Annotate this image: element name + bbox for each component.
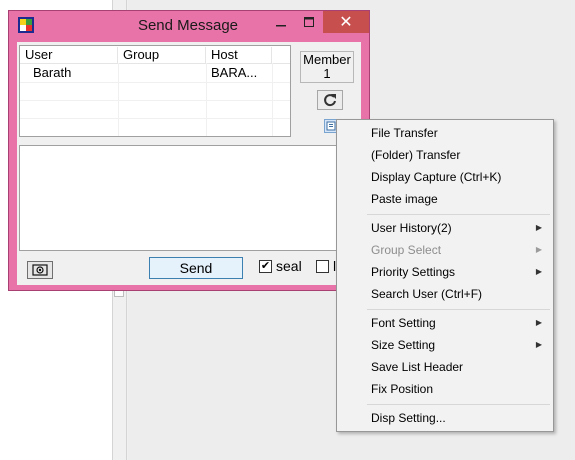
menu-separator: [367, 309, 550, 310]
empty-row: [20, 82, 290, 101]
empty-row: [20, 118, 290, 136]
menu-item-label: Group Select: [371, 243, 442, 257]
member-count-panel: Member 1: [300, 51, 354, 83]
menu-item-label: Priority Settings: [371, 265, 456, 279]
menu-item-user-history[interactable]: User History(2) ▶: [339, 217, 551, 239]
seal-label[interactable]: seal: [276, 258, 302, 274]
menu-item-paste-image[interactable]: Paste image: [339, 188, 551, 210]
menu-item-label: Paste image: [371, 192, 438, 206]
menu-item-search-user[interactable]: Search User (Ctrl+F): [339, 283, 551, 305]
user-list[interactable]: User Group Host Barath BARA...: [19, 45, 291, 137]
menu-item-label: File Transfer: [371, 126, 438, 140]
title-bar[interactable]: Send Message ✕: [9, 11, 369, 41]
menu-icon: [326, 121, 336, 131]
close-icon: ✕: [339, 14, 353, 31]
submenu-arrow-icon: ▶: [535, 267, 542, 276]
menu-separator: [367, 214, 550, 215]
row-host: BARA...: [211, 65, 258, 80]
maximize-icon: [304, 17, 314, 27]
submenu-arrow-icon: ▶: [535, 245, 542, 254]
lock-checkbox[interactable]: [316, 260, 329, 273]
send-button[interactable]: Send: [149, 257, 243, 279]
submenu-arrow-icon: ▶: [535, 340, 542, 349]
minimize-button[interactable]: [267, 11, 295, 33]
menu-item-label: Size Setting: [371, 338, 436, 352]
menu-item-label: Font Setting: [371, 316, 436, 330]
menu-item-size-setting[interactable]: Size Setting ▶: [339, 334, 551, 356]
menu-item-folder-transfer[interactable]: (Folder) Transfer: [339, 144, 551, 166]
menu-item-label: Disp Setting...: [371, 411, 446, 425]
submenu-arrow-icon: ▶: [535, 318, 542, 327]
close-button[interactable]: ✕: [323, 11, 369, 33]
menu-item-label: (Folder) Transfer: [371, 148, 461, 162]
seal-checkbox[interactable]: ✔: [259, 260, 272, 273]
window-client-area: User Group Host Barath BARA... Member 1: [17, 42, 361, 285]
menu-item-label: Save List Header: [371, 360, 464, 374]
context-menu: File Transfer (Folder) Transfer Display …: [336, 119, 554, 432]
menu-separator: [367, 404, 550, 405]
menu-item-file-transfer[interactable]: File Transfer: [339, 122, 551, 144]
submenu-arrow-icon: ▶: [535, 223, 542, 232]
maximize-button[interactable]: [295, 11, 323, 33]
list-header: User Group Host: [20, 46, 290, 64]
camera-icon: [32, 264, 48, 276]
refresh-button[interactable]: [317, 90, 343, 110]
menu-item-font-setting[interactable]: Font Setting ▶: [339, 312, 551, 334]
column-header-group[interactable]: Group: [118, 47, 206, 63]
menu-item-label: Display Capture (Ctrl+K): [371, 170, 502, 184]
menu-item-disp-setting[interactable]: Disp Setting...: [339, 407, 551, 429]
minimize-icon: [276, 25, 286, 27]
capture-button[interactable]: [27, 261, 53, 279]
empty-row: [20, 100, 290, 119]
message-textarea[interactable]: [19, 145, 361, 251]
member-label: Member: [303, 52, 351, 67]
menu-item-label: User History(2): [371, 221, 452, 235]
column-header-host[interactable]: Host: [206, 47, 272, 63]
row-user: Barath: [33, 65, 72, 80]
menu-item-display-capture[interactable]: Display Capture (Ctrl+K): [339, 166, 551, 188]
send-message-window: Send Message ✕ User Group Host Barath BA…: [8, 10, 370, 291]
menu-item-label: Fix Position: [371, 382, 434, 396]
member-count: 1: [323, 66, 331, 81]
check-mark-icon: ✔: [260, 260, 271, 272]
menu-item-fix-position[interactable]: Fix Position: [339, 378, 551, 400]
column-header-user[interactable]: User: [20, 47, 118, 63]
menu-item-group-select: Group Select ▶: [339, 239, 551, 261]
refresh-icon: [324, 94, 336, 107]
menu-item-save-list-header[interactable]: Save List Header: [339, 356, 551, 378]
menu-item-label: Search User (Ctrl+F): [371, 287, 483, 301]
table-row[interactable]: Barath BARA...: [20, 64, 290, 83]
menu-item-priority-settings[interactable]: Priority Settings ▶: [339, 261, 551, 283]
